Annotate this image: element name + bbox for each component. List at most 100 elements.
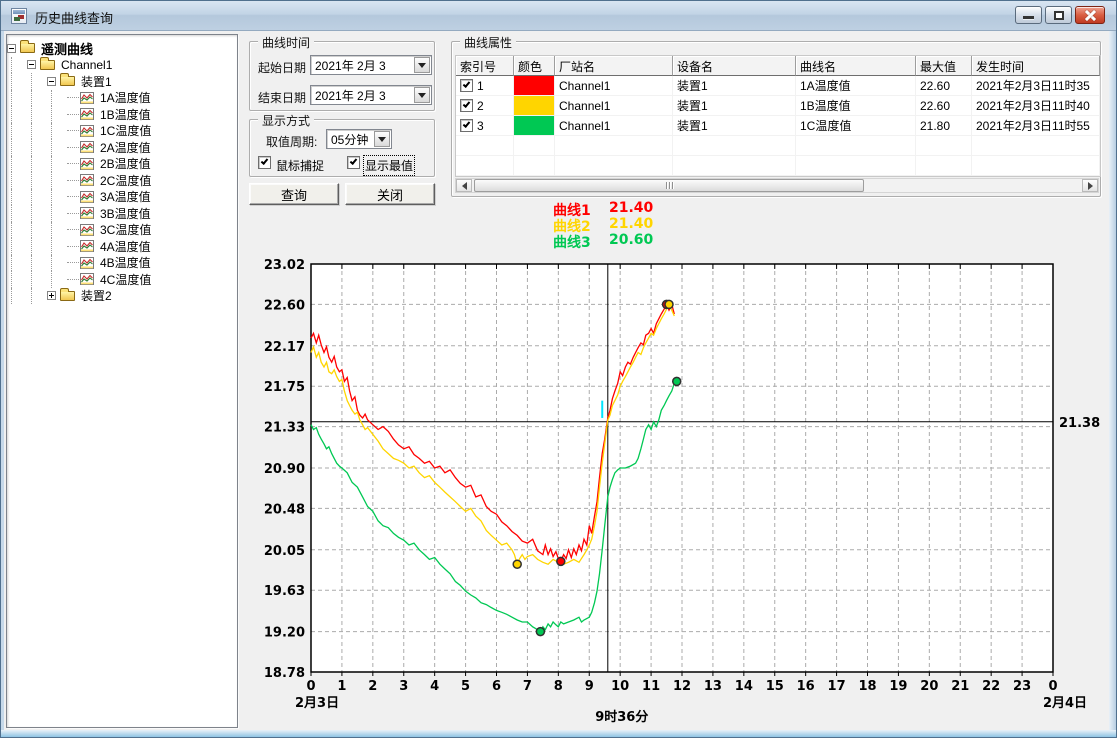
table-row[interactable]: 1Channel1装置11A温度值22.602021年2月3日11时35 (456, 76, 1100, 96)
tree-item[interactable]: 装置2 (7, 288, 237, 305)
tree-item[interactable]: 2B温度值 (7, 156, 237, 173)
arrow-left-icon (462, 182, 467, 190)
row-checkbox[interactable] (460, 119, 473, 132)
table-cell: 22.60 (916, 96, 972, 116)
scroll-left-button[interactable] (456, 179, 472, 192)
tree-item-label: 2A温度值 (98, 139, 153, 156)
start-date-combo[interactable]: 2021年 2月 3 (310, 55, 432, 75)
period-combo[interactable]: 05分钟 (326, 129, 392, 149)
x-axis-label: 5 (461, 679, 470, 694)
color-swatch (514, 76, 555, 96)
curve-icon (80, 141, 94, 153)
tree-item[interactable]: 2C温度值 (7, 172, 237, 189)
scrollbar-track[interactable] (472, 179, 1082, 192)
tree-item[interactable]: 2A温度值 (7, 139, 237, 156)
tree-item[interactable]: 4B温度值 (7, 255, 237, 272)
tree-item-label: 3B温度值 (98, 205, 153, 222)
curve-tree[interactable]: 遥测曲线Channel1装置11A温度值1B温度值1C温度值2A温度值2B温度值… (6, 34, 238, 728)
show-extremes-checkbox[interactable] (347, 156, 360, 169)
column-header[interactable]: 曲线名 (796, 56, 916, 76)
tree-item[interactable]: 4A温度值 (7, 238, 237, 255)
minimize-button[interactable] (1015, 6, 1042, 24)
scroll-right-button[interactable] (1082, 179, 1098, 192)
table-row[interactable]: 2Channel1装置11B温度值22.602021年2月3日11时40 (456, 96, 1100, 116)
table-cell: Channel1 (555, 116, 673, 136)
plot-border (311, 264, 1053, 672)
column-header[interactable]: 设备名 (673, 56, 796, 76)
series-曲线1 (311, 304, 674, 561)
curve-icon (80, 92, 94, 104)
y-axis-label: 20.90 (264, 462, 305, 477)
minimize-icon (1023, 16, 1034, 19)
y-axis-label: 21.75 (264, 380, 305, 395)
legend-name: 曲线1 (553, 200, 609, 216)
column-header[interactable]: 发生时间 (972, 56, 1100, 76)
tree-item-label: 1C温度值 (98, 122, 153, 139)
tree-item[interactable]: 装置1 (7, 73, 237, 90)
chart-legend: 曲线121.40曲线221.40曲线320.60 (553, 200, 669, 248)
table-cell: 2021年2月3日11时55 (972, 116, 1100, 136)
folder-icon (60, 291, 75, 301)
legend-entry: 曲线221.40 (553, 216, 669, 232)
table-cell: 1B温度值 (796, 96, 916, 116)
table-cell: 1C温度值 (796, 116, 916, 136)
start-date-dropdown-button[interactable] (414, 57, 430, 73)
extreme-marker (665, 300, 673, 308)
tree-item-label: 3C温度值 (98, 221, 153, 238)
legend-value: 21.40 (609, 216, 669, 232)
x-axis-label: 7 (523, 679, 532, 694)
legend-value: 20.60 (609, 232, 669, 248)
x-axis-label: 22 (982, 679, 1000, 694)
row-checkbox[interactable] (460, 99, 473, 112)
legend-name: 曲线3 (553, 232, 609, 248)
x-axis-date-left: 2月3日 (295, 696, 339, 711)
collapse-icon[interactable] (7, 44, 16, 53)
x-axis-label: 2 (368, 679, 377, 694)
tree-item-label: 装置2 (79, 287, 114, 304)
expand-icon[interactable] (47, 291, 56, 300)
period-dropdown-button[interactable] (374, 131, 390, 147)
folder-icon (60, 76, 75, 86)
tree-item[interactable]: 遥测曲线 (7, 40, 237, 57)
x-axis-label: 10 (611, 679, 629, 694)
tree-item[interactable]: 3C温度值 (7, 222, 237, 239)
collapse-icon[interactable] (47, 77, 56, 86)
tree-item[interactable]: 4C温度值 (7, 271, 237, 288)
tree-item[interactable]: 1A温度值 (7, 90, 237, 107)
table-horizontal-scrollbar[interactable] (455, 178, 1099, 193)
extreme-marker (663, 300, 671, 308)
curve-time-group: 曲线时间 起始日期 2021年 2月 3 结束日期 2021年 2月 3 (249, 41, 435, 111)
x-axis-label: 0 (1048, 679, 1057, 694)
column-header[interactable]: 最大值 (916, 56, 972, 76)
x-axis-date-right: 2月4日 (1043, 696, 1087, 711)
end-date-value: 2021年 2月 3 (311, 87, 413, 104)
column-header[interactable]: 厂站名 (555, 56, 673, 76)
tree-item[interactable]: 3A温度值 (7, 189, 237, 206)
plot-area (311, 264, 1053, 672)
query-button[interactable]: 查询 (249, 183, 339, 205)
crosshair-value-label: 21.38 (1059, 416, 1100, 431)
column-header[interactable]: 索引号 (456, 56, 514, 76)
column-header[interactable]: 颜色 (514, 56, 555, 76)
end-date-dropdown-button[interactable] (414, 87, 430, 103)
scrollbar-thumb[interactable] (474, 179, 864, 192)
curve-icon (80, 174, 94, 186)
legend-entry: 曲线320.60 (553, 232, 669, 248)
y-axis-label: 21.33 (264, 421, 305, 436)
curve-attributes-group-title: 曲线属性 (460, 34, 516, 51)
tree-item[interactable]: 1C温度值 (7, 123, 237, 140)
table-cell: 3 (456, 116, 514, 136)
period-value: 05分钟 (327, 131, 373, 148)
tree-item[interactable]: 3B温度值 (7, 205, 237, 222)
curve-icon (80, 224, 94, 236)
close-window-button[interactable] (1075, 6, 1105, 24)
tree-item[interactable]: 1B温度值 (7, 106, 237, 123)
mouse-capture-checkbox[interactable] (258, 156, 271, 169)
table-row[interactable]: 3Channel1装置11C温度值21.802021年2月3日11时55 (456, 116, 1100, 136)
collapse-icon[interactable] (27, 60, 36, 69)
tree-item[interactable]: Channel1 (7, 57, 237, 74)
close-button[interactable]: 关闭 (345, 183, 435, 205)
row-checkbox[interactable] (460, 79, 473, 92)
restore-button[interactable] (1045, 6, 1072, 24)
end-date-combo[interactable]: 2021年 2月 3 (310, 85, 432, 105)
